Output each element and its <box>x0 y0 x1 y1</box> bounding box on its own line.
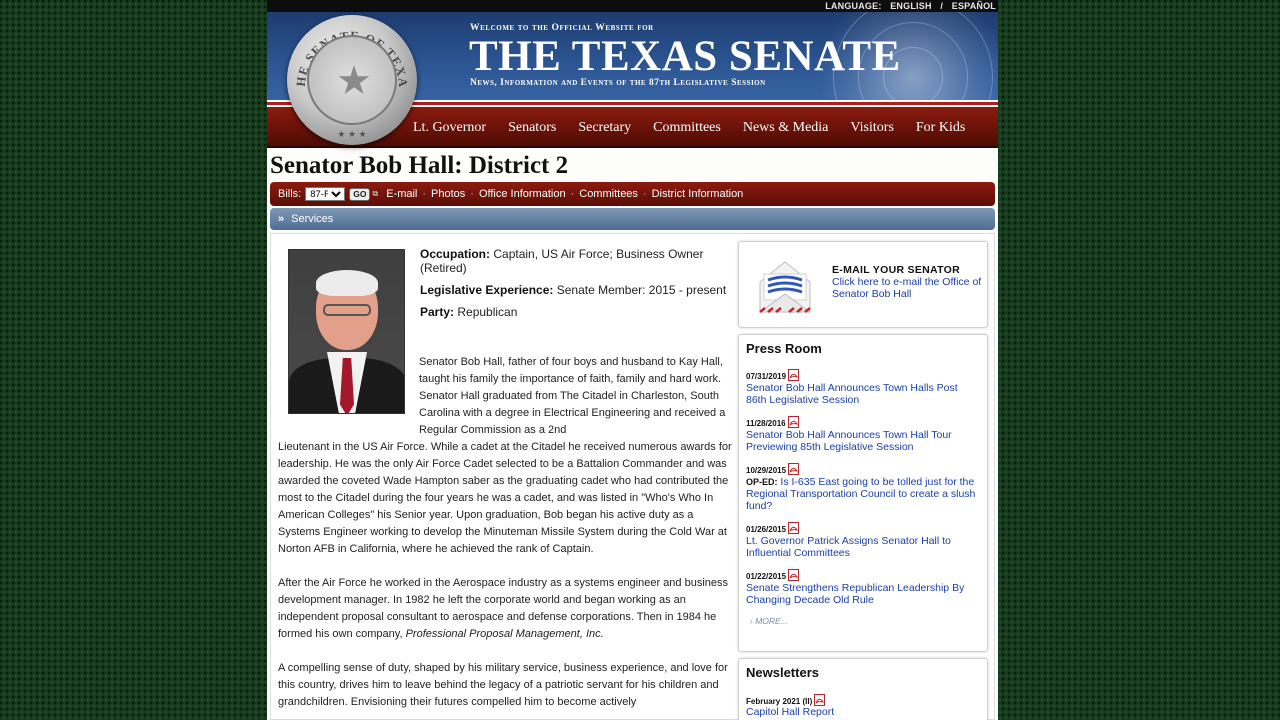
language-label: LANGUAGE: <box>825 1 882 11</box>
bio-paragraph-1-continued: Lieutenant in the US Air Force. While a … <box>278 441 732 555</box>
nav-item-news-media[interactable]: News & Media <box>743 120 829 136</box>
nav-item-committees[interactable]: Committees <box>653 120 721 136</box>
nav-item-senators[interactable]: Senators <box>508 120 556 136</box>
bills-label: Bills: <box>278 188 302 200</box>
press-item: 01/26/2015 Lt. Governor Patrick Assigns … <box>746 522 980 559</box>
pdf-icon[interactable] <box>787 416 799 428</box>
newsletter-link[interactable]: Capitol Hall Report <box>746 706 980 718</box>
star-icon: ★ <box>336 59 372 103</box>
newsletter-date: February 2021 (II) <box>746 697 813 706</box>
press-room-title: Press Room <box>746 341 822 356</box>
senate-seal-logo[interactable]: THE SENATE OF TEXAS ★ ★ ★ ★ <box>287 15 417 145</box>
press-date: 10/29/2015 <box>746 466 787 475</box>
envelope-icon <box>758 261 812 313</box>
newsletters-box: Newsletters February 2021 (II) Capitol H… <box>738 658 988 720</box>
press-item-link[interactable]: Senator Bob Hall Announces Town Hall Tou… <box>746 429 980 453</box>
language-english-link[interactable]: ENGLISH <box>890 1 931 11</box>
pdf-icon[interactable] <box>788 369 800 381</box>
press-item: 10/29/2015 OP-ED: Is I-635 East going to… <box>746 463 980 512</box>
subnav-district-information-link[interactable]: District Information <box>652 188 744 200</box>
seal-emblem: ★ <box>307 35 397 125</box>
double-chevron-icon: » <box>278 213 285 225</box>
party-value: Republican <box>457 305 518 319</box>
op-ed-prefix: OP-ED: <box>746 477 778 487</box>
senator-facts: Occupation: Captain, US Air Force; Busin… <box>420 247 740 327</box>
nav-item-for-kids[interactable]: For Kids <box>916 120 965 136</box>
experience-label: Legislative Experience: <box>420 283 554 297</box>
press-date: 01/22/2015 <box>746 572 787 581</box>
senator-subnav: Bills: 87-R GO ⧉ E-mail · Photos · Offic… <box>270 182 995 206</box>
newsletters-title: Newsletters <box>746 665 819 680</box>
nav-item-secretary[interactable]: Secretary <box>578 120 631 136</box>
subnav-office-information-link[interactable]: Office Information <box>479 188 566 200</box>
press-item-link[interactable]: OP-ED: Is I-635 East going to be tolled … <box>746 476 980 512</box>
language-bar: LANGUAGE: ENGLISH / ESPAÑOL <box>267 0 998 12</box>
bio-paragraph-3: A compelling sense of duty, shaped by hi… <box>278 662 728 708</box>
pdf-icon[interactable] <box>814 694 826 706</box>
email-box-title: E-MAIL YOUR SENATOR <box>832 264 961 276</box>
header-tagline: News, Information and Events of the 87th… <box>470 78 766 88</box>
subnav-photos-link[interactable]: Photos <box>431 188 465 200</box>
company-name: Professional Proposal Management, Inc. <box>405 628 604 640</box>
main-content: Occupation: Captain, US Air Force; Busin… <box>270 233 995 720</box>
press-item-link[interactable]: Senate Strengthens Republican Leadership… <box>746 582 980 606</box>
pdf-icon[interactable] <box>788 463 800 475</box>
email-senator-link[interactable]: Click here to e-mail the Office of Senat… <box>832 276 982 300</box>
nav-item-lt-governor[interactable]: Lt. Governor <box>413 120 486 136</box>
subnav-email-link[interactable]: E-mail <box>386 188 417 200</box>
press-item: 11/28/2016 Senator Bob Hall Announces To… <box>746 416 980 453</box>
pdf-icon[interactable] <box>788 569 800 581</box>
press-item: 07/31/2019 Senator Bob Hall Announces To… <box>746 369 980 406</box>
press-item-link[interactable]: Senator Bob Hall Announces Town Halls Po… <box>746 382 980 406</box>
email-senator-box[interactable]: E-MAIL YOUR SENATOR Click here to e-mail… <box>738 241 988 328</box>
bills-go-button[interactable]: GO <box>349 187 371 201</box>
external-link-icon: ⧉ <box>372 189 379 198</box>
svg-text:★ ★ ★: ★ ★ ★ <box>337 129 366 139</box>
language-spanish-link[interactable]: ESPAÑOL <box>952 1 996 11</box>
page-title: Senator Bob Hall: District 2 <box>270 152 569 179</box>
pdf-icon[interactable] <box>788 522 800 534</box>
services-toggle[interactable]: » Services <box>270 208 995 230</box>
site-title[interactable]: THE TEXAS SENATE <box>469 32 901 81</box>
press-more-link[interactable]: › MORE... <box>746 616 980 626</box>
party-label: Party: <box>420 305 455 319</box>
press-item: 01/22/2015 Senate Strengthens Republican… <box>746 569 980 606</box>
senator-biography: Senator Bob Hall, father of four boys an… <box>278 354 733 720</box>
language-divider: / <box>940 1 944 11</box>
press-date: 01/26/2015 <box>746 525 787 534</box>
press-item-link[interactable]: Lt. Governor Patrick Assigns Senator Hal… <box>746 535 980 559</box>
bills-session-select[interactable]: 87-R <box>305 187 346 201</box>
experience-value: Senate Member: 2015 - present <box>556 283 727 297</box>
bio-paragraph-1: Senator Bob Hall, father of four boys an… <box>419 356 726 436</box>
nav-item-visitors[interactable]: Visitors <box>850 120 894 136</box>
occupation-label: Occupation: <box>420 247 491 261</box>
services-label: Services <box>291 213 334 225</box>
subnav-committees-link[interactable]: Committees <box>579 188 638 200</box>
press-date: 07/31/2019 <box>746 372 787 381</box>
press-date: 11/28/2016 <box>746 419 786 428</box>
site-frame: LANGUAGE: ENGLISH / ESPAÑOL Welcome to t… <box>267 0 998 720</box>
sidebar: E-MAIL YOUR SENATOR Click here to e-mail… <box>738 241 990 720</box>
press-room-box: Press Room 07/31/2019 Senator Bob Hall A… <box>738 334 988 652</box>
